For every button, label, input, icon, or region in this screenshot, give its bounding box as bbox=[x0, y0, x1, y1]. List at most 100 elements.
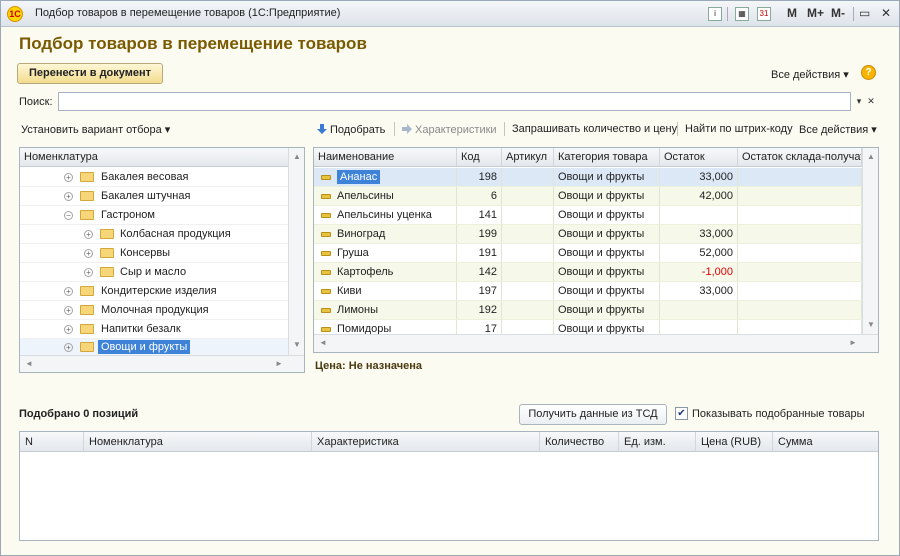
cell-stock[interactable] bbox=[660, 301, 738, 319]
products-grid[interactable]: Наименование Код Артикул Категория товар… bbox=[313, 147, 879, 353]
cell-stock-receiver[interactable] bbox=[738, 187, 862, 205]
memory-minus-button[interactable]: M- bbox=[831, 6, 845, 20]
cell-category[interactable]: Овощи и фрукты bbox=[554, 187, 660, 205]
expand-icon[interactable]: + bbox=[64, 192, 73, 201]
cell-code[interactable]: 192 bbox=[457, 301, 502, 319]
tree-item[interactable]: + Бакалея штучная bbox=[20, 187, 288, 206]
all-actions-menu[interactable]: Все действия ▾ bbox=[771, 68, 849, 81]
close-icon[interactable]: ✕ bbox=[881, 6, 891, 20]
table-row[interactable]: Лимоны 192 Овощи и фрукты bbox=[314, 301, 862, 320]
table-row[interactable]: Апельсины уценка 141 Овощи и фрукты bbox=[314, 206, 862, 225]
cell-category[interactable]: Овощи и фрукты bbox=[554, 263, 660, 281]
cell-article[interactable] bbox=[502, 168, 554, 186]
cell-code[interactable]: 6 bbox=[457, 187, 502, 205]
column-header-code[interactable]: Код bbox=[457, 148, 502, 167]
cell-article[interactable] bbox=[502, 244, 554, 262]
cell-name[interactable]: Лимоны bbox=[314, 301, 457, 319]
cell-stock-receiver[interactable] bbox=[738, 225, 862, 243]
tree-item[interactable]: + Колбасная продукция bbox=[20, 225, 288, 244]
table-row[interactable]: Киви 197 Овощи и фрукты 33,000 bbox=[314, 282, 862, 301]
tree-item[interactable]: + Молочная продукция bbox=[20, 301, 288, 320]
cell-category[interactable]: Овощи и фрукты bbox=[554, 168, 660, 186]
column-header-sum[interactable]: Сумма bbox=[773, 432, 878, 452]
expand-icon[interactable]: + bbox=[64, 343, 73, 352]
table-row[interactable]: Апельсины 6 Овощи и фрукты 42,000 bbox=[314, 187, 862, 206]
search-clear-icon[interactable]: ✕ bbox=[865, 93, 877, 110]
cell-name[interactable]: Картофель bbox=[314, 263, 457, 281]
memory-plus-button[interactable]: M+ bbox=[807, 6, 824, 20]
calendar-icon[interactable]: 31 bbox=[757, 7, 771, 21]
expand-icon[interactable]: + bbox=[64, 173, 73, 182]
tree-item[interactable]: + Консервы bbox=[20, 244, 288, 263]
scroll-up-icon[interactable]: ▲ bbox=[293, 152, 301, 161]
cell-article[interactable] bbox=[502, 282, 554, 300]
maximize-icon[interactable]: ▭ bbox=[859, 6, 870, 20]
filter-variant-menu[interactable]: Установить вариант отбора ▾ bbox=[21, 123, 170, 136]
cell-stock[interactable]: 33,000 bbox=[660, 225, 738, 243]
cell-article[interactable] bbox=[502, 225, 554, 243]
scroll-up-icon[interactable]: ▲ bbox=[867, 152, 875, 161]
cell-stock-receiver[interactable] bbox=[738, 282, 862, 300]
cell-name[interactable]: Виноград bbox=[314, 225, 457, 243]
scroll-left-icon[interactable]: ◄ bbox=[25, 359, 33, 368]
table-row[interactable]: Виноград 199 Овощи и фрукты 33,000 bbox=[314, 225, 862, 244]
expand-icon[interactable]: + bbox=[84, 268, 93, 277]
expand-icon[interactable]: + bbox=[84, 249, 93, 258]
cell-stock[interactable]: 33,000 bbox=[660, 282, 738, 300]
column-header-n[interactable]: N bbox=[20, 432, 84, 452]
column-header-stock[interactable]: Остаток bbox=[660, 148, 738, 167]
cell-code[interactable]: 142 bbox=[457, 263, 502, 281]
column-header-quantity[interactable]: Количество bbox=[540, 432, 619, 452]
expand-icon[interactable]: + bbox=[64, 306, 73, 315]
cell-name[interactable]: Киви bbox=[314, 282, 457, 300]
show-selected-checkbox[interactable]: ✔ bbox=[675, 407, 688, 420]
scroll-down-icon[interactable]: ▼ bbox=[867, 320, 875, 329]
cell-article[interactable] bbox=[502, 187, 554, 205]
select-button[interactable]: Подобрать bbox=[317, 123, 385, 136]
cell-name[interactable]: Ананас bbox=[314, 168, 457, 186]
tree-horizontal-scrollbar[interactable]: ◄ ► bbox=[20, 355, 304, 372]
cell-stock-receiver[interactable] bbox=[738, 244, 862, 262]
grid-all-actions-menu[interactable]: Все действия ▾ bbox=[799, 123, 877, 136]
get-tsd-data-button[interactable]: Получить данные из ТСД bbox=[519, 404, 667, 425]
cell-category[interactable]: Овощи и фрукты bbox=[554, 244, 660, 262]
cell-stock-receiver[interactable] bbox=[738, 301, 862, 319]
memory-m-button[interactable]: M bbox=[787, 6, 797, 20]
column-header-category[interactable]: Категория товара bbox=[554, 148, 660, 167]
cell-stock-receiver[interactable] bbox=[738, 206, 862, 224]
info-icon[interactable]: i bbox=[708, 7, 722, 21]
cell-stock[interactable]: -1,000 bbox=[660, 263, 738, 281]
cell-category[interactable]: Овощи и фрукты bbox=[554, 225, 660, 243]
cell-stock[interactable]: 33,000 bbox=[660, 168, 738, 186]
show-selected-label[interactable]: Показывать подобранные товары bbox=[692, 408, 864, 420]
table-row[interactable]: Ананас 198 Овощи и фрукты 33,000 bbox=[314, 168, 862, 187]
cell-stock[interactable]: 42,000 bbox=[660, 187, 738, 205]
column-header-price[interactable]: Цена (RUB) bbox=[696, 432, 773, 452]
cell-category[interactable]: Овощи и фрукты bbox=[554, 206, 660, 224]
calculator-icon[interactable]: ▦ bbox=[735, 7, 749, 21]
expand-icon[interactable]: + bbox=[84, 230, 93, 239]
cell-stock[interactable]: 52,000 bbox=[660, 244, 738, 262]
cell-category[interactable]: Овощи и фрукты bbox=[554, 282, 660, 300]
ask-quantity-button[interactable]: Запрашивать количество и цену bbox=[512, 123, 677, 135]
nomenclature-tree[interactable]: Номенклатура + Бакалея весовая + Бакалея… bbox=[19, 147, 305, 373]
cell-category[interactable]: Овощи и фрукты bbox=[554, 301, 660, 319]
cell-code[interactable]: 199 bbox=[457, 225, 502, 243]
transfer-to-document-button[interactable]: Перенести в документ bbox=[17, 63, 163, 84]
search-dropdown-icon[interactable]: ▾ bbox=[853, 93, 865, 110]
tree-item[interactable]: − Гастроном bbox=[20, 206, 288, 225]
tree-item[interactable]: + Бакалея весовая bbox=[20, 168, 288, 187]
cell-code[interactable]: 141 bbox=[457, 206, 502, 224]
cell-code[interactable]: 197 bbox=[457, 282, 502, 300]
column-header-stock-receiver[interactable]: Остаток склада-получат bbox=[738, 148, 862, 167]
table-row[interactable]: Груша 191 Овощи и фрукты 52,000 bbox=[314, 244, 862, 263]
scroll-right-icon[interactable]: ► bbox=[275, 359, 283, 368]
tree-item[interactable]: + Сыр и масло bbox=[20, 263, 288, 282]
help-icon[interactable]: ? bbox=[861, 65, 876, 80]
scroll-right-icon[interactable]: ► bbox=[849, 338, 857, 347]
cell-name[interactable]: Апельсины уценка bbox=[314, 206, 457, 224]
column-header-article[interactable]: Артикул bbox=[502, 148, 554, 167]
cell-stock-receiver[interactable] bbox=[738, 263, 862, 281]
table-row[interactable]: Картофель 142 Овощи и фрукты -1,000 bbox=[314, 263, 862, 282]
column-header-nomenclature[interactable]: Номенклатура bbox=[84, 432, 312, 452]
